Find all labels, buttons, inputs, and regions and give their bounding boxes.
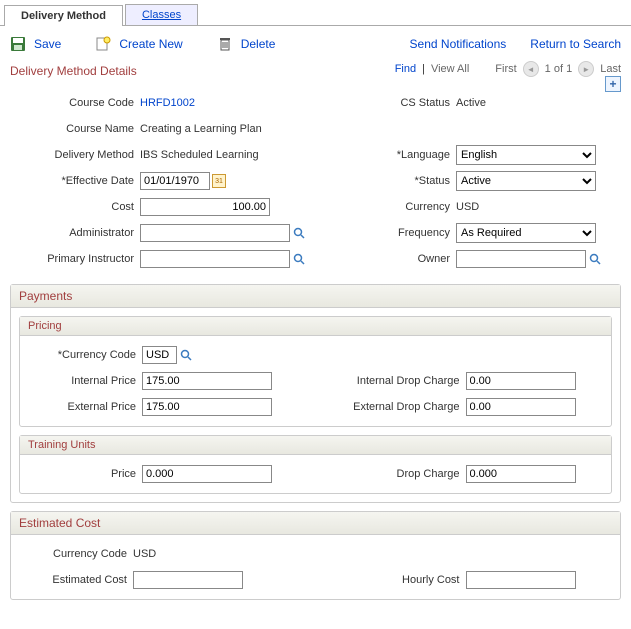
owner-label: Owner bbox=[326, 253, 456, 265]
language-label: *Language bbox=[326, 149, 456, 161]
internal-drop-input[interactable] bbox=[466, 372, 576, 390]
cs-status-label: CS Status bbox=[326, 97, 456, 109]
primary-instructor-label: Primary Instructor bbox=[10, 253, 140, 265]
last-label: Last bbox=[600, 63, 621, 75]
effective-date-label: *Effective Date bbox=[10, 175, 140, 187]
external-drop-input[interactable] bbox=[466, 398, 576, 416]
tu-drop-label: Drop Charge bbox=[326, 468, 466, 480]
tab-classes[interactable]: Classes bbox=[125, 4, 198, 25]
prev-record-button[interactable]: ◄ bbox=[523, 61, 539, 77]
owner-input[interactable] bbox=[456, 250, 586, 268]
delete-button[interactable]: Delete bbox=[241, 37, 276, 51]
effective-date-input[interactable] bbox=[140, 172, 210, 190]
external-price-label: External Price bbox=[24, 401, 142, 413]
tu-price-input[interactable] bbox=[142, 465, 272, 483]
tab-bar: Delivery Method Classes bbox=[0, 0, 631, 26]
payments-group: Payments Pricing *Currency Code Internal… bbox=[10, 284, 621, 503]
save-icon bbox=[10, 36, 26, 52]
training-units-header: Training Units bbox=[20, 436, 611, 455]
internal-price-input[interactable] bbox=[142, 372, 272, 390]
next-record-button[interactable]: ► bbox=[578, 61, 594, 77]
frequency-label: Frequency bbox=[326, 227, 456, 239]
external-price-input[interactable] bbox=[142, 398, 272, 416]
cost-input[interactable] bbox=[140, 198, 270, 216]
currency-label: Currency bbox=[326, 201, 456, 213]
save-button[interactable]: Save bbox=[34, 37, 61, 51]
frequency-select[interactable]: As Required bbox=[456, 223, 596, 243]
tab-delivery-method[interactable]: Delivery Method bbox=[4, 5, 123, 26]
delivery-method-value: IBS Scheduled Learning bbox=[140, 149, 259, 161]
view-all-link: View All bbox=[431, 63, 469, 75]
record-nav: Find | View All First ◄ 1 of 1 ► Last bbox=[395, 61, 631, 77]
hourly-cost-input[interactable] bbox=[466, 571, 576, 589]
add-row-button[interactable]: + bbox=[605, 76, 621, 92]
pricing-header: Pricing bbox=[20, 317, 611, 336]
hourly-cost-label: Hourly Cost bbox=[326, 574, 466, 586]
est-currency-code-value: USD bbox=[133, 548, 156, 560]
details-form: Course Code HRFD1002 CS Status Active Co… bbox=[0, 86, 631, 276]
tu-drop-input[interactable] bbox=[466, 465, 576, 483]
toolbar: Save Create New Delete Send Notification… bbox=[0, 26, 631, 58]
cost-label: Cost bbox=[10, 201, 140, 213]
nav-separator: | bbox=[422, 63, 425, 75]
record-position: 1 of 1 bbox=[545, 63, 573, 75]
currency-code-label: *Currency Code bbox=[24, 349, 142, 361]
estimated-cost-label: Estimated Cost bbox=[15, 574, 133, 586]
lookup-icon[interactable] bbox=[292, 226, 306, 240]
lookup-icon[interactable] bbox=[179, 348, 193, 362]
return-to-search-link[interactable]: Return to Search bbox=[530, 37, 621, 51]
est-currency-code-label: Currency Code bbox=[15, 548, 133, 560]
training-units-group: Training Units Price Drop Charge bbox=[19, 435, 612, 494]
lookup-icon[interactable] bbox=[588, 252, 602, 266]
administrator-label: Administrator bbox=[10, 227, 140, 239]
first-label: First bbox=[495, 63, 516, 75]
send-notifications-link[interactable]: Send Notifications bbox=[410, 37, 507, 51]
estimated-cost-input[interactable] bbox=[133, 571, 243, 589]
currency-value: USD bbox=[456, 201, 479, 213]
administrator-input[interactable] bbox=[140, 224, 290, 242]
status-select[interactable]: Active bbox=[456, 171, 596, 191]
course-code-value[interactable]: HRFD1002 bbox=[140, 97, 195, 109]
pricing-group: Pricing *Currency Code Internal Price In… bbox=[19, 316, 612, 427]
estimated-cost-group: Estimated Cost Currency Code USD Estimat… bbox=[10, 511, 621, 600]
primary-instructor-input[interactable] bbox=[140, 250, 290, 268]
tu-price-label: Price bbox=[24, 468, 142, 480]
course-name-label: Course Name bbox=[10, 123, 140, 135]
lookup-icon[interactable] bbox=[292, 252, 306, 266]
create-new-button[interactable]: Create New bbox=[119, 37, 182, 51]
internal-drop-label: Internal Drop Charge bbox=[326, 375, 466, 387]
estimated-cost-header: Estimated Cost bbox=[11, 512, 620, 535]
cs-status-value: Active bbox=[456, 97, 486, 109]
section-title: Delivery Method Details bbox=[0, 58, 147, 80]
external-drop-label: External Drop Charge bbox=[326, 401, 466, 413]
pricing-currency-code-input[interactable] bbox=[142, 346, 177, 364]
status-label: *Status bbox=[326, 175, 456, 187]
internal-price-label: Internal Price bbox=[24, 375, 142, 387]
calendar-icon[interactable]: 31 bbox=[212, 174, 226, 188]
create-new-icon bbox=[95, 36, 111, 52]
language-select[interactable]: English bbox=[456, 145, 596, 165]
delivery-method-label: Delivery Method bbox=[10, 149, 140, 161]
find-link[interactable]: Find bbox=[395, 63, 416, 75]
course-code-label: Course Code bbox=[10, 97, 140, 109]
course-name-value: Creating a Learning Plan bbox=[140, 123, 262, 135]
delete-icon bbox=[217, 36, 233, 52]
payments-header: Payments bbox=[11, 285, 620, 308]
